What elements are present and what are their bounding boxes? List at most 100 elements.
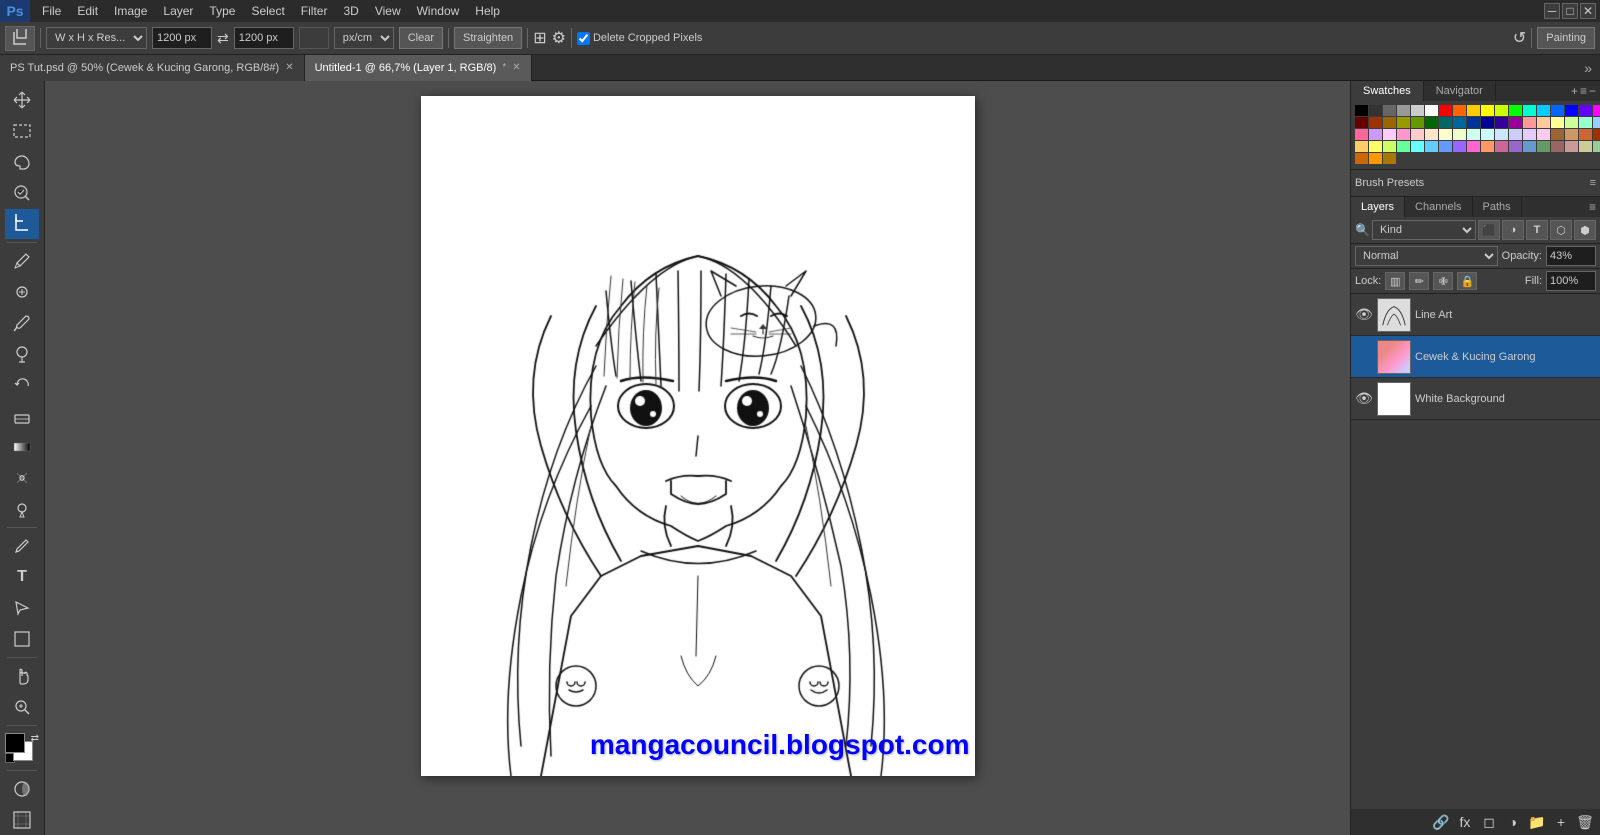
swatch[interactable] bbox=[1481, 117, 1494, 128]
path-selection-tool[interactable] bbox=[5, 593, 39, 623]
lock-position-icon[interactable]: ✙ bbox=[1433, 272, 1453, 290]
delete-cropped-label[interactable]: Delete Cropped Pixels bbox=[577, 32, 702, 45]
swatch[interactable] bbox=[1355, 141, 1368, 152]
layer-item-bg[interactable]: 👁 White Background bbox=[1351, 378, 1600, 420]
swatch[interactable] bbox=[1383, 105, 1396, 116]
straighten-button[interactable]: Straighten bbox=[454, 27, 522, 49]
fill-input[interactable] bbox=[1546, 271, 1596, 291]
swatch[interactable] bbox=[1481, 105, 1494, 116]
swatch[interactable] bbox=[1495, 141, 1508, 152]
layer-filter-text-icon[interactable]: T bbox=[1526, 220, 1548, 240]
swatch[interactable] bbox=[1579, 117, 1592, 128]
layer-link-icon[interactable]: 🔗 bbox=[1430, 812, 1452, 832]
height-input[interactable] bbox=[234, 27, 294, 49]
move-tool[interactable] bbox=[5, 85, 39, 115]
lock-image-icon[interactable]: ✏ bbox=[1409, 272, 1429, 290]
tab-channels[interactable]: Channels bbox=[1405, 197, 1472, 217]
quick-mask-tool[interactable] bbox=[5, 774, 39, 804]
swatch[interactable] bbox=[1453, 141, 1466, 152]
swatch[interactable] bbox=[1551, 117, 1564, 128]
tab-swatches[interactable]: Swatches bbox=[1351, 81, 1424, 101]
layer-kind-dropdown[interactable]: Kind bbox=[1372, 220, 1476, 240]
layers-panel-menu-icon[interactable]: ≡ bbox=[1589, 200, 1596, 214]
tab-paths[interactable]: Paths bbox=[1473, 197, 1522, 217]
clone-stamp-tool[interactable] bbox=[5, 339, 39, 369]
history-brush-tool[interactable] bbox=[5, 370, 39, 400]
swatch[interactable] bbox=[1439, 105, 1452, 116]
swatch[interactable] bbox=[1593, 141, 1600, 152]
tab-ps-tut-close[interactable]: ✕ bbox=[285, 62, 293, 73]
artwork-canvas[interactable] bbox=[421, 96, 975, 776]
swatch[interactable] bbox=[1355, 129, 1368, 140]
screen-mode-tool[interactable] bbox=[5, 805, 39, 835]
swatch[interactable] bbox=[1481, 129, 1494, 140]
menu-help[interactable]: Help bbox=[467, 2, 508, 20]
swatch[interactable] bbox=[1397, 117, 1410, 128]
swatch[interactable] bbox=[1355, 153, 1368, 164]
foreground-color[interactable] bbox=[5, 733, 25, 753]
swatch[interactable] bbox=[1593, 129, 1600, 140]
swatch[interactable] bbox=[1369, 153, 1382, 164]
swatch[interactable] bbox=[1579, 129, 1592, 140]
tab-navigator[interactable]: Navigator bbox=[1424, 81, 1496, 101]
layer-folder-icon[interactable]: 📁 bbox=[1526, 812, 1548, 832]
swatch[interactable] bbox=[1593, 105, 1600, 116]
layer-mask-icon[interactable]: ◻ bbox=[1478, 812, 1500, 832]
swatch[interactable] bbox=[1495, 105, 1508, 116]
swatch[interactable] bbox=[1425, 129, 1438, 140]
tab-ps-tut[interactable]: PS Tut.psd @ 50% (Cewek & Kucing Garong,… bbox=[0, 55, 305, 81]
zoom-tool[interactable] bbox=[5, 692, 39, 722]
eyedropper-tool[interactable] bbox=[5, 246, 39, 276]
delete-cropped-checkbox[interactable] bbox=[577, 32, 590, 45]
dimension-dropdown[interactable]: W x H x Res... bbox=[46, 27, 147, 49]
swatch[interactable] bbox=[1355, 105, 1368, 116]
blend-mode-dropdown[interactable]: Normal bbox=[1355, 246, 1498, 266]
swatch[interactable] bbox=[1411, 117, 1424, 128]
minimize-button[interactable]: ─ bbox=[1544, 3, 1560, 19]
menu-select[interactable]: Select bbox=[243, 2, 292, 20]
swatch[interactable] bbox=[1551, 129, 1564, 140]
swatch[interactable] bbox=[1467, 129, 1480, 140]
hand-tool[interactable] bbox=[5, 661, 39, 691]
menu-image[interactable]: Image bbox=[106, 2, 155, 20]
swatch[interactable] bbox=[1551, 105, 1564, 116]
swatch[interactable] bbox=[1383, 117, 1396, 128]
maximize-button[interactable]: □ bbox=[1562, 3, 1578, 19]
layer-style-icon[interactable]: fx bbox=[1454, 812, 1476, 832]
shape-tool[interactable] bbox=[5, 624, 39, 654]
swatch[interactable] bbox=[1397, 129, 1410, 140]
swatch[interactable] bbox=[1369, 105, 1382, 116]
layer-new-icon[interactable]: + bbox=[1550, 812, 1572, 832]
panel-collapse-icon[interactable]: − bbox=[1589, 84, 1596, 98]
crop-tool-icon[interactable] bbox=[5, 26, 35, 51]
swatch[interactable] bbox=[1453, 117, 1466, 128]
layer-filter-pixel-icon[interactable]: ⬛ bbox=[1478, 220, 1500, 240]
rectangle-select-tool[interactable] bbox=[5, 116, 39, 146]
crop-tool[interactable] bbox=[5, 209, 39, 239]
lock-transparent-icon[interactable]: ▥ bbox=[1385, 272, 1405, 290]
swatch[interactable] bbox=[1453, 105, 1466, 116]
opacity-input[interactable] bbox=[1546, 246, 1596, 266]
menu-3d[interactable]: 3D bbox=[335, 2, 366, 20]
swatch[interactable] bbox=[1439, 117, 1452, 128]
menu-edit[interactable]: Edit bbox=[69, 2, 106, 20]
swatch[interactable] bbox=[1355, 117, 1368, 128]
text-tool[interactable]: T bbox=[5, 562, 39, 592]
swatch[interactable] bbox=[1509, 141, 1522, 152]
layer-filter-shape-icon[interactable]: ⬡ bbox=[1550, 220, 1572, 240]
layer-filter-smart-icon[interactable]: ⬢ bbox=[1574, 220, 1596, 240]
workspace-button[interactable]: Painting bbox=[1537, 27, 1595, 49]
layer-adjustment-icon[interactable]: ◑ bbox=[1502, 812, 1524, 832]
reset-icon[interactable]: ↺ bbox=[1513, 28, 1526, 48]
panel-collapse-btn[interactable]: » bbox=[1576, 60, 1600, 76]
menu-file[interactable]: File bbox=[34, 2, 69, 20]
swatch[interactable] bbox=[1537, 117, 1550, 128]
brush-presets-menu-icon[interactable]: ≡ bbox=[1590, 177, 1596, 189]
swatch[interactable] bbox=[1425, 105, 1438, 116]
menu-layer[interactable]: Layer bbox=[155, 2, 201, 20]
width-input[interactable] bbox=[152, 27, 212, 49]
panel-add-icon[interactable]: + bbox=[1571, 84, 1578, 98]
swatch[interactable] bbox=[1537, 141, 1550, 152]
swatch[interactable] bbox=[1593, 117, 1600, 128]
gradient-tool[interactable] bbox=[5, 432, 39, 462]
